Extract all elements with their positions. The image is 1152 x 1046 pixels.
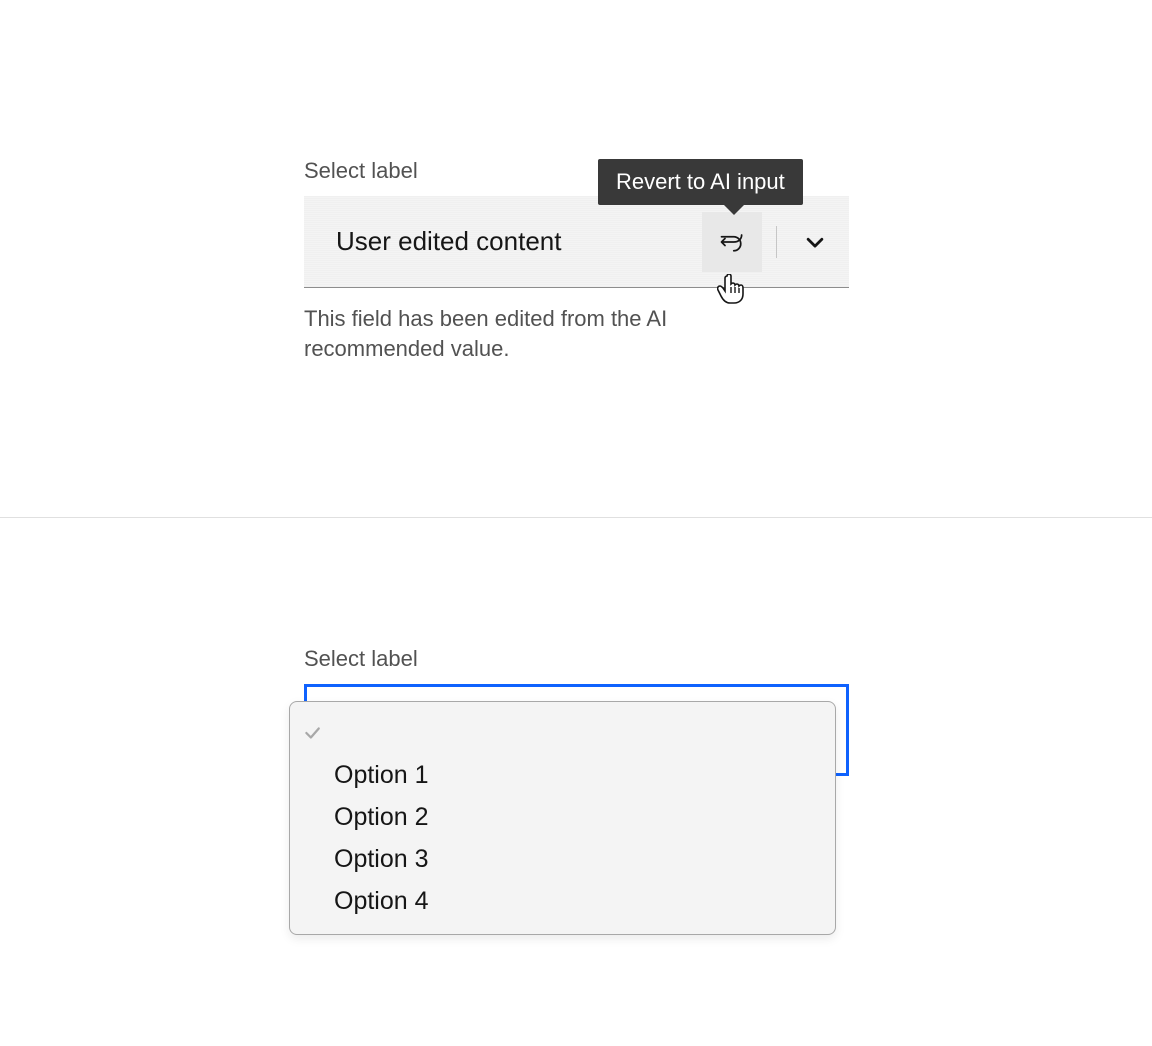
checkmark-icon <box>290 724 334 742</box>
option-label: Option 4 <box>334 887 835 916</box>
dropdown-option-4[interactable]: Option 4 <box>290 880 835 922</box>
option-label: Option 3 <box>334 845 835 874</box>
dropdown-option-2[interactable]: Option 2 <box>290 796 835 838</box>
dropdown-menu: Option 1 Option 2 Option 3 Option 4 <box>289 701 836 935</box>
select-input-edited[interactable]: User edited content <box>304 196 849 288</box>
undo-icon <box>718 228 746 256</box>
revert-button[interactable] <box>702 212 762 272</box>
option-label: Option 1 <box>334 761 835 790</box>
chevron-down-icon <box>804 231 826 253</box>
dropdown-option-blank[interactable] <box>290 712 835 754</box>
field-label: Select label <box>304 646 849 672</box>
example-revert-state: Select label User edited content <box>0 0 1152 518</box>
divider <box>776 226 777 258</box>
helper-text: This field has been edited from the AI r… <box>304 304 744 363</box>
tooltip: Revert to AI input <box>598 159 803 205</box>
dropdown-toggle[interactable] <box>791 212 839 272</box>
select-value: User edited content <box>304 226 702 257</box>
option-label: Option 2 <box>334 803 835 832</box>
dropdown-option-1[interactable]: Option 1 <box>290 754 835 796</box>
dropdown-option-3[interactable]: Option 3 <box>290 838 835 880</box>
